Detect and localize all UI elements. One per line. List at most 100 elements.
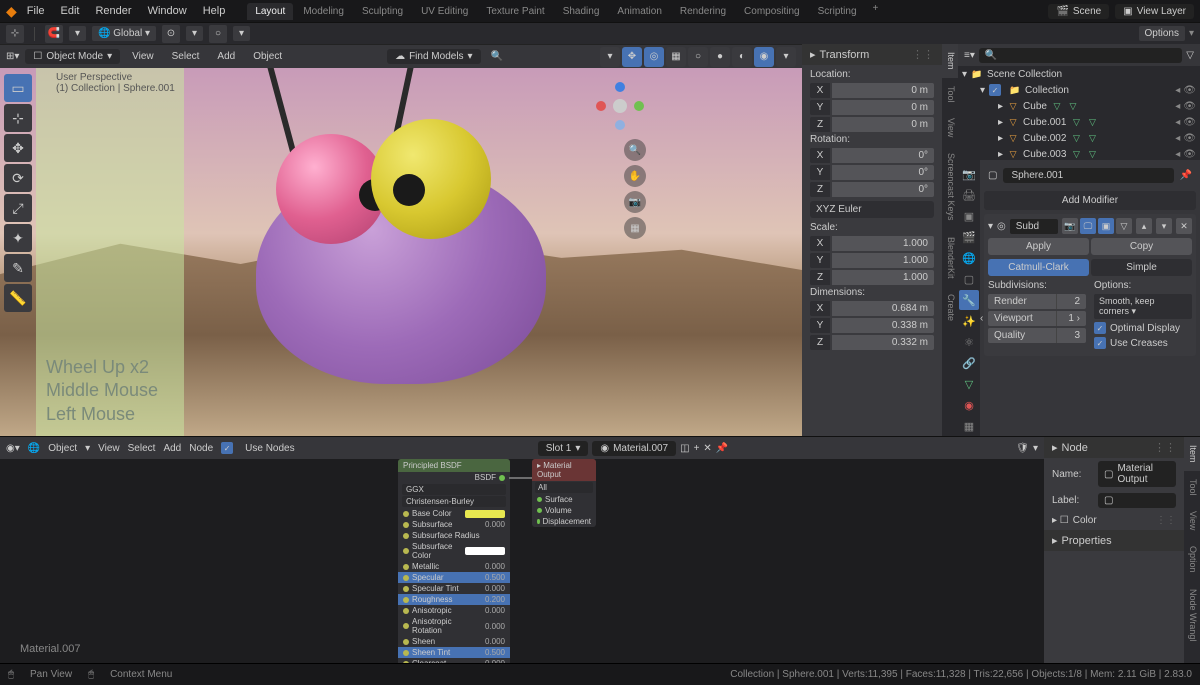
shader-input-row[interactable]: Anisotropic Rotation0.000 <box>398 616 510 636</box>
rot-y-field[interactable]: 0° <box>832 165 934 180</box>
outliner-item[interactable]: ▸▽Cube▽▽◂👁 <box>958 98 1200 114</box>
prop-tab-texture[interactable]: ▦ <box>959 416 979 436</box>
tab-uv[interactable]: UV Editing <box>413 3 476 20</box>
distribution-dropdown[interactable]: GGX <box>402 484 506 495</box>
outliner-scene-collection[interactable]: ▾📁Scene Collection <box>958 66 1200 82</box>
ne-link-icon[interactable]: ▾ <box>85 443 90 454</box>
ne-tab-item[interactable]: Item <box>1184 437 1200 471</box>
shader-input-row[interactable]: Sheen0.000 <box>398 636 510 647</box>
outliner-item[interactable]: ▸▽Cube.002▽▽◂👁 <box>958 130 1200 146</box>
vp-menu-view[interactable]: View <box>126 49 160 64</box>
npanel-tab-view[interactable]: View <box>942 110 958 145</box>
transform-panel-header[interactable]: ▸ Transform⋮⋮ <box>802 44 942 65</box>
quality-field[interactable]: 3 <box>1056 328 1086 343</box>
use-nodes-checkbox[interactable]: Use Nodes <box>245 443 294 454</box>
vp-menu-select[interactable]: Select <box>166 49 206 64</box>
move-tool[interactable]: ✥ <box>4 134 32 162</box>
modifier-name-field[interactable]: Subd <box>1010 219 1058 234</box>
subsurf-simple-tab[interactable]: Simple <box>1091 259 1192 276</box>
tab-sculpting[interactable]: Sculpting <box>354 3 411 20</box>
ne-menu-view[interactable]: View <box>98 443 120 454</box>
node-label-field[interactable]: ▢ <box>1098 493 1176 508</box>
prop-tab-particle[interactable]: ✨ <box>959 311 979 331</box>
subsurf-catmull-tab[interactable]: Catmull-Clark <box>988 259 1089 276</box>
node-properties-panel[interactable]: ▸ Properties <box>1044 530 1184 551</box>
matprev-shade-icon[interactable]: ◐ <box>732 47 752 67</box>
outliner-type-icon[interactable]: ≡▾ <box>964 50 975 61</box>
prop-tab-viewlayer[interactable]: ▣ <box>959 206 979 226</box>
perspective-icon[interactable]: ▦ <box>624 217 646 239</box>
output-target-dropdown[interactable]: All <box>535 482 593 493</box>
node-name-field[interactable]: ▢Material Output <box>1098 461 1176 487</box>
scale-y-field[interactable]: 1.000 <box>832 253 934 268</box>
shader-input-row[interactable]: Sheen Tint0.500 <box>398 647 510 658</box>
prop-tab-material[interactable]: ◉ <box>959 395 979 415</box>
shading-dropdown[interactable]: ▾ <box>776 47 796 67</box>
viewport-subdivs-field[interactable]: 1 › <box>1056 311 1086 326</box>
shader-input-row[interactable]: Subsurface Radius <box>398 530 510 541</box>
ne-menu-select[interactable]: Select <box>128 443 156 454</box>
camera-icon[interactable]: 📷 <box>624 191 646 213</box>
tab-scripting[interactable]: Scripting <box>810 3 865 20</box>
tab-compositing[interactable]: Compositing <box>736 3 808 20</box>
prop-tab-modifier[interactable]: 🔧 <box>959 290 979 310</box>
measure-tool[interactable]: 📏 <box>4 284 32 312</box>
prop-tab-output[interactable]: 🖨 <box>959 185 979 205</box>
shader-input-row[interactable]: Anisotropic0.000 <box>398 605 510 616</box>
npanel-tab-blenderkit[interactable]: BlenderKit <box>942 229 958 287</box>
users-icon[interactable]: ◫ <box>680 443 689 454</box>
solid-shade-icon[interactable]: ● <box>710 47 730 67</box>
mod-cage-toggle[interactable]: ▽ <box>1116 218 1132 234</box>
rendered-shade-icon[interactable]: ◉ <box>754 47 774 67</box>
fake-user-icon[interactable]: 🛡 <box>1016 443 1029 454</box>
wireframe-shade-icon[interactable]: ○ <box>688 47 708 67</box>
shader-input-row[interactable]: Subsurface0.000 <box>398 519 510 530</box>
ne-overlay-icon[interactable]: ▾ <box>1033 443 1038 454</box>
scale-x-field[interactable]: 1.000 <box>832 236 934 251</box>
add-workspace-button[interactable]: + <box>867 3 885 20</box>
snap-dropdown[interactable]: ▾ <box>69 26 86 41</box>
menu-render[interactable]: Render <box>89 5 137 17</box>
prop-tab-render[interactable]: 📷 <box>959 164 979 184</box>
navigation-gizmo[interactable] <box>594 80 646 132</box>
pin-icon[interactable]: 📌 <box>1180 170 1192 181</box>
find-models-search[interactable]: ☁ Find Models ▾ <box>387 49 481 64</box>
ne-menu-object[interactable]: Object <box>48 443 77 454</box>
material-selector[interactable]: ◉Material.007 <box>592 441 676 456</box>
selectability-icon[interactable]: ▾ <box>600 47 620 67</box>
npanel-tab-screencast[interactable]: Screencast Keys <box>942 145 958 229</box>
outliner-search-input[interactable]: 🔍 <box>979 48 1182 63</box>
dim-y-field[interactable]: 0.338 m <box>832 318 934 333</box>
tab-animation[interactable]: Animation <box>609 3 669 20</box>
prop-tab-world[interactable]: 🌐 <box>959 248 979 268</box>
close-mat-icon[interactable]: ✕ <box>703 443 711 454</box>
render-subdivs-field[interactable]: 2 <box>1056 294 1086 309</box>
node-canvas[interactable]: Principled BSDF BSDF GGX Christensen-Bur… <box>0 459 1044 663</box>
modifier-expand-icon[interactable]: ▾ <box>988 221 993 232</box>
proportional-dropdown[interactable]: ▾ <box>233 26 250 41</box>
dim-x-field[interactable]: 0.684 m <box>832 301 934 316</box>
outliner-item[interactable]: ▸▽Cube.001▽▽◂👁 <box>958 114 1200 130</box>
menu-help[interactable]: Help <box>197 5 232 17</box>
rotate-tool[interactable]: ⟳ <box>4 164 32 192</box>
shader-input-row[interactable]: Base Color <box>398 508 510 519</box>
orientation-dropdown[interactable]: 🌐 Global ▾ <box>92 26 156 41</box>
filter-icon[interactable]: ▽ <box>1186 50 1194 61</box>
proportional-icon[interactable]: ○ <box>209 25 227 43</box>
tab-texpaint[interactable]: Texture Paint <box>478 3 552 20</box>
rot-z-field[interactable]: 0° <box>832 182 934 197</box>
uv-smooth-dropdown[interactable]: Smooth, keep corners ▾ <box>1094 294 1192 319</box>
prop-tab-constraint[interactable]: 🔗 <box>959 353 979 373</box>
node-color-panel[interactable]: ▸ ☐ Color⋮⋮ <box>1044 511 1184 530</box>
shader-input-row[interactable]: Roughness0.200 <box>398 594 510 605</box>
editor-type-icon[interactable]: ◉▾ <box>6 443 20 454</box>
modifier-copy-button[interactable]: Copy <box>1091 238 1192 255</box>
shader-input-row[interactable]: Metallic0.000 <box>398 561 510 572</box>
shader-input-row[interactable]: Clearcoat0.000 <box>398 658 510 663</box>
ne-tab-tool[interactable]: Tool <box>1184 471 1200 504</box>
ne-menu-node[interactable]: Node <box>189 443 213 454</box>
ne-menu-add[interactable]: Add <box>163 443 181 454</box>
menu-file[interactable]: File <box>21 5 51 17</box>
modifier-apply-button[interactable]: Apply <box>988 238 1089 255</box>
prop-tab-mesh[interactable]: ▽ <box>959 374 979 394</box>
